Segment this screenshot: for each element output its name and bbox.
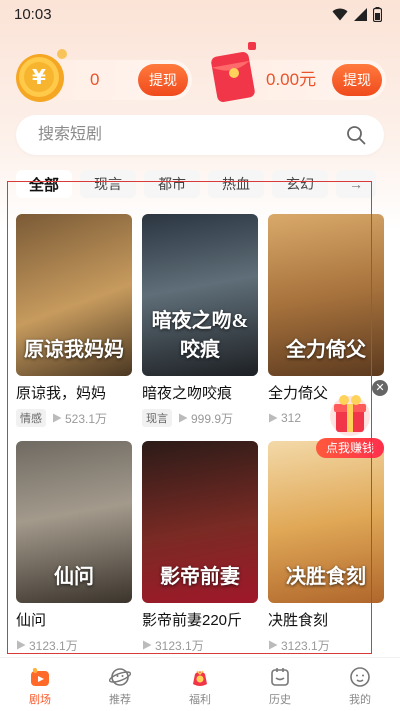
coin-balance-value: 0: [90, 70, 100, 89]
welfare-icon: [193, 670, 207, 686]
play-count-value: 312: [281, 411, 302, 425]
play-count-value: 999.9万: [191, 411, 234, 426]
play-count: 3123.1万: [142, 637, 204, 654]
tab-all[interactable]: 全部: [16, 170, 72, 198]
drama-meta: 3123.1万: [16, 636, 132, 654]
search-icon[interactable]: [346, 125, 366, 145]
status-bar: 10:03: [0, 0, 400, 28]
poster-title-art: 决胜食刻: [286, 566, 366, 588]
drama-title: 仙问: [16, 612, 47, 629]
play-count: 999.9万: [178, 410, 233, 427]
theater-icon: [31, 667, 49, 686]
tab-urban[interactable]: 都市: [144, 170, 200, 198]
play-icon: [269, 640, 278, 650]
tab-modern-romance[interactable]: 现言: [80, 170, 136, 198]
drama-card[interactable]: 原谅我妈妈 原谅我，妈妈 情感 523.1万: [16, 214, 132, 427]
nav-label: 推荐: [109, 694, 131, 706]
drama-title: 暗夜之吻咬痕: [142, 385, 233, 402]
drama-meta: 3123.1万: [142, 636, 258, 654]
drama-card[interactable]: 决胜食刻 决胜食刻 3123.1万: [268, 441, 384, 654]
search-input[interactable]: 搜索短剧: [16, 115, 384, 155]
drama-poster[interactable]: 影帝前妻: [142, 441, 258, 603]
poster-title-art: 全力倚父: [286, 339, 366, 361]
drama-poster[interactable]: 暗夜之吻&咬痕: [142, 214, 258, 376]
poster-title-art: 暗夜之吻&咬痕: [151, 310, 249, 361]
drama-meta: 3123.1万: [268, 636, 384, 654]
drama-title: 原谅我，妈妈: [16, 385, 107, 402]
nav-item-history[interactable]: 历史: [240, 658, 320, 711]
red-packet-icon: [211, 42, 256, 102]
drama-poster[interactable]: 仙问: [16, 441, 132, 603]
play-count-value: 3123.1万: [281, 638, 330, 653]
drama-title: 影帝前妻220斤: [142, 612, 243, 629]
drama-card[interactable]: 仙问 仙问 3123.1万: [16, 441, 132, 654]
category-tabs: 全部 现言 都市 热血 玄幻 →: [16, 170, 400, 198]
drama-poster[interactable]: 全力倚父: [268, 214, 384, 376]
play-count-value: 3123.1万: [155, 638, 204, 653]
promo-label: 点我赚钱: [316, 438, 384, 458]
nav-item-theater[interactable]: 剧场: [0, 658, 80, 711]
poster-title-art: 影帝前妻: [160, 566, 240, 588]
recommend-icon: [109, 668, 131, 686]
search-placeholder: 搜索短剧: [38, 126, 103, 143]
drama-title: 决胜食刻: [268, 612, 329, 629]
play-count: 312: [268, 411, 301, 425]
nav-item-profile[interactable]: 我的: [320, 658, 400, 711]
drama-card[interactable]: 影帝前妻 影帝前妻220斤 3123.1万: [142, 441, 258, 654]
drama-card[interactable]: 暗夜之吻&咬痕 暗夜之吻咬痕 现言 999.9万: [142, 214, 258, 427]
poster-title-art: 原谅我妈妈: [24, 339, 124, 361]
coin-withdraw-button[interactable]: 提现: [138, 64, 188, 96]
nav-label: 福利: [189, 694, 211, 706]
signal-icon: [354, 7, 367, 21]
profile-icon: [350, 667, 370, 687]
tab-fantasy[interactable]: 玄幻: [272, 170, 328, 198]
battery-icon: [373, 6, 382, 22]
play-count: 3123.1万: [268, 637, 330, 654]
status-time: 10:03: [14, 5, 52, 23]
play-count: 523.1万: [52, 410, 107, 427]
nav-item-welfare[interactable]: 福利: [160, 658, 240, 711]
play-icon: [53, 413, 62, 423]
drama-meta: 现言 999.9万: [142, 409, 258, 427]
history-icon: [271, 668, 289, 686]
cash-balance-value: 0.00元: [266, 70, 317, 89]
chevron-right-icon: →: [349, 176, 363, 192]
status-icons: [332, 6, 382, 22]
genre-badge: 现言: [142, 409, 172, 427]
cash-withdraw-button[interactable]: 提现: [332, 64, 382, 96]
bottom-nav: 剧场 推荐 福利 历史 我的: [0, 657, 400, 711]
nav-label: 历史: [269, 694, 291, 706]
drama-poster[interactable]: 原谅我妈妈: [16, 214, 132, 376]
nav-label: 剧场: [29, 694, 51, 706]
earn-money-promo[interactable]: ✕ 点我赚钱: [312, 380, 388, 460]
play-count-value: 3123.1万: [29, 638, 78, 653]
svg-text:¥: ¥: [32, 65, 46, 89]
play-count: 3123.1万: [16, 637, 78, 654]
play-icon: [17, 640, 26, 650]
tab-more-button[interactable]: →: [336, 170, 376, 198]
wifi-icon: [332, 8, 348, 20]
tab-action[interactable]: 热血: [208, 170, 264, 198]
play-icon: [143, 640, 152, 650]
drama-meta: 情感 523.1万: [16, 409, 132, 427]
play-icon: [269, 413, 278, 423]
poster-title-art: 仙问: [54, 566, 94, 588]
play-icon: [179, 413, 188, 423]
play-count-value: 523.1万: [65, 411, 108, 426]
gift-icon: [330, 395, 370, 436]
drama-poster[interactable]: 决胜食刻: [268, 441, 384, 603]
gold-coin-icon: ¥: [16, 49, 67, 102]
nav-item-recommend[interactable]: 推荐: [80, 658, 160, 711]
genre-badge: 情感: [16, 409, 46, 427]
nav-label: 我的: [349, 694, 371, 706]
